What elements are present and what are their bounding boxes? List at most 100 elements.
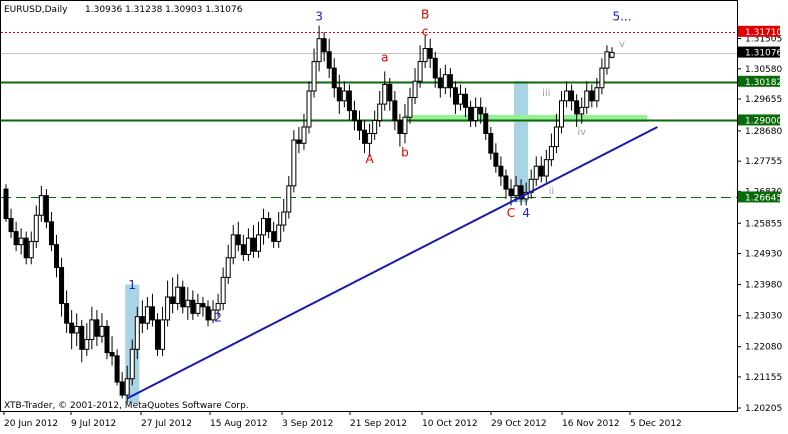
- candle-body-bear: [170, 296, 176, 305]
- wave-label: 5...: [613, 10, 632, 24]
- wave-label: c: [422, 24, 429, 38]
- candle-body-bull: [407, 97, 413, 118]
- candle-body-bull: [28, 240, 34, 259]
- candle-body-bear: [392, 100, 398, 121]
- candle-body-bear: [296, 139, 302, 144]
- x-tick-label: 29 Oct 2012: [491, 419, 547, 429]
- candle-body-bull: [99, 325, 105, 337]
- copyright-text: XTB-Trader, © 2001-2012, MetaQuotes Soft…: [4, 401, 249, 411]
- candle-body-bull: [160, 319, 166, 350]
- candle-body-bear: [23, 237, 29, 259]
- y-tick-label: 1.28680: [745, 127, 782, 137]
- candle-body-bear: [326, 51, 332, 69]
- candle-body-bear: [54, 244, 59, 269]
- candle-body-bull: [220, 276, 226, 305]
- wave-label: a: [381, 51, 388, 65]
- candle-body-bull: [417, 61, 423, 82]
- candle-body-bull: [256, 234, 261, 252]
- candle-body-bull: [553, 126, 559, 148]
- candle-body-bull: [402, 116, 408, 135]
- candle-body-bull: [301, 126, 307, 144]
- candle-body-bull: [599, 67, 605, 89]
- price-label: 1.31710: [738, 25, 782, 38]
- candle-body-bear: [155, 319, 160, 350]
- candle-body-bull: [175, 286, 181, 305]
- candle-body-bear: [64, 303, 70, 324]
- candle-body-bear: [437, 77, 443, 89]
- candle-body-bull: [548, 146, 554, 161]
- candle-body-bull: [165, 296, 171, 321]
- candle-body-bear: [483, 113, 489, 135]
- candle-body-bear: [488, 133, 494, 154]
- price-label-text: 1.30182: [745, 78, 782, 88]
- candle-body-bear: [463, 93, 469, 108]
- wave-label: 1: [128, 278, 136, 292]
- price-label: 1.30182: [738, 75, 782, 88]
- y-tick-label: 1.20205: [745, 404, 782, 414]
- y-tick-label: 1.27755: [745, 157, 782, 167]
- candle-body-bull: [215, 303, 221, 311]
- candle: [155, 313, 160, 356]
- candle-body-bull: [564, 90, 570, 102]
- candle-body-bull: [286, 185, 292, 213]
- candle-body-bull: [306, 90, 312, 128]
- candle-body-bear: [432, 57, 438, 79]
- candle-body-bear: [362, 129, 368, 144]
- candle-body-bull: [367, 133, 373, 144]
- y-tick-label: 1.30580: [745, 65, 782, 75]
- candle-body-bull: [18, 237, 24, 246]
- candle-body-bull: [382, 83, 388, 105]
- candle-body-bear: [452, 87, 458, 105]
- x-tick-label: 16 Nov 2012: [562, 419, 620, 429]
- price-label: 1.26645: [738, 191, 782, 203]
- candle-body-bull: [533, 165, 539, 180]
- x-tick-label: 5 Dec 2012: [630, 419, 682, 429]
- candle-body-bear: [478, 106, 484, 115]
- candle-body-bear: [387, 83, 393, 102]
- candle-body-bear: [538, 165, 544, 177]
- candle-body-bear: [574, 100, 580, 115]
- candle-body-bull: [579, 106, 585, 115]
- candle-body-bull: [185, 299, 191, 308]
- x-tick-label: 15 Aug 2012: [210, 419, 268, 429]
- candle-body-bear: [589, 90, 595, 102]
- candle-body-bear: [13, 231, 19, 246]
- candle: [291, 130, 297, 193]
- candle-body-bear: [250, 237, 256, 252]
- price-label-text: 1.29000: [745, 116, 782, 126]
- y-tick-label: 1.22080: [745, 343, 782, 353]
- price-chart: 123AabBcC 4iiiiiivv5... 1.315051.305801.2…: [0, 0, 788, 434]
- y-tick-label: 1.25855: [745, 219, 782, 229]
- candle-body-bear: [94, 319, 100, 337]
- x-tick-label: 27 Jul 2012: [141, 419, 192, 429]
- candle-body-bull: [412, 80, 418, 99]
- candle-body-bull: [372, 119, 378, 135]
- candle-body-bull: [74, 325, 80, 334]
- candle-body-bear: [190, 299, 196, 314]
- candle-body-bear: [427, 48, 433, 59]
- candle-body-bear: [503, 175, 509, 190]
- candle-body-bear: [48, 221, 54, 246]
- candle-body-bear: [200, 303, 206, 308]
- price-label: 1.29000: [738, 114, 782, 126]
- candle-body-bear: [240, 244, 246, 255]
- price-label-text: 1.31076: [745, 49, 782, 59]
- candle-body-bull: [316, 38, 322, 63]
- wave-label: ii: [549, 186, 555, 197]
- chart-ohlc: 1.30936 1.31238 1.30903 1.31076: [85, 5, 243, 15]
- candle-body-bull: [281, 211, 287, 226]
- x-tick-label: 20 Jun 2012: [4, 419, 58, 429]
- candle-body-bear: [321, 38, 327, 53]
- wave-label: iv: [577, 127, 586, 138]
- candle-body-bear: [397, 119, 403, 135]
- candle-body-bull: [584, 90, 590, 108]
- candle-body-bear: [447, 74, 453, 89]
- candle-body-bear: [79, 325, 85, 350]
- wave-label: 2: [214, 311, 222, 325]
- candle-body-bull: [261, 218, 267, 236]
- candle-body-bull: [377, 103, 383, 121]
- candle-body-bear: [8, 218, 14, 233]
- candle-body-bull: [225, 257, 231, 278]
- candle-body-bull: [594, 87, 600, 102]
- wave-label: C: [507, 206, 515, 220]
